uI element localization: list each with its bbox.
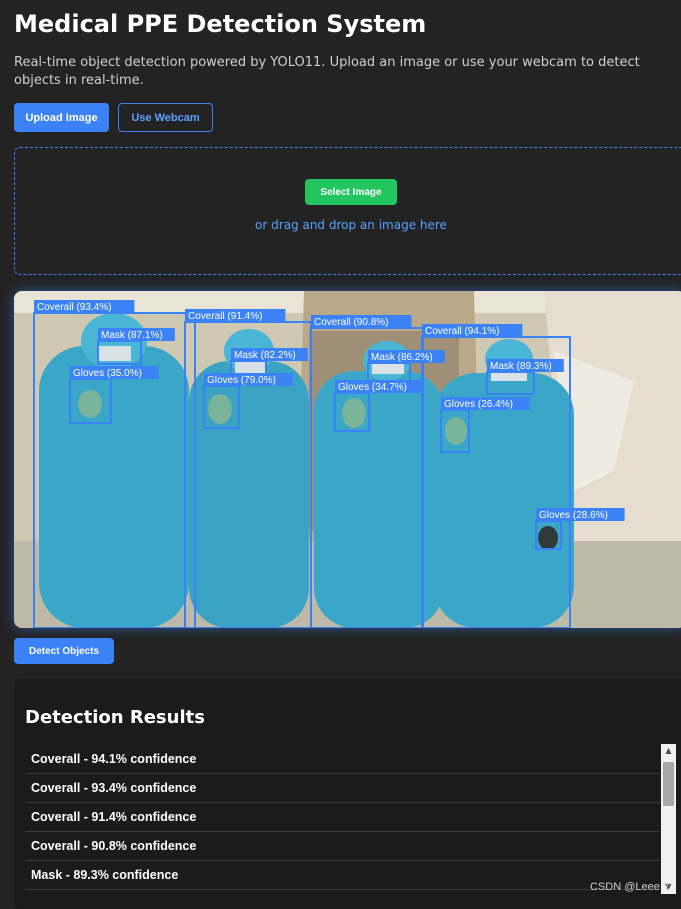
detection-label: Mask (87.1%) [101, 330, 163, 341]
detection-label: Coverall (94.1%) [425, 326, 499, 337]
result-item: Mask - 89.3% confidence [25, 861, 660, 890]
person-4 [434, 339, 574, 628]
scroll-up-icon[interactable]: ▲ [661, 744, 676, 758]
results-list: Coverall - 94.1% confidence Coverall - 9… [25, 745, 660, 890]
detection-label: Coverall (91.4%) [188, 311, 262, 322]
detection-label: Coverall (93.4%) [37, 302, 111, 313]
select-image-button[interactable]: Select Image [305, 179, 397, 205]
page-subtitle: Real-time object detection powered by YO… [14, 55, 640, 88]
detection-label: Gloves (28.6%) [539, 510, 608, 521]
result-item: Coverall - 94.1% confidence [25, 745, 660, 774]
detection-label: Mask (86.2%) [371, 352, 433, 363]
detection-label: Coverall (90.8%) [314, 317, 388, 328]
results-scrollbar[interactable]: ▲ ▼ [661, 744, 676, 894]
detection-label: Gloves (35.0%) [73, 368, 142, 379]
page-title: Medical PPE Detection System [14, 10, 427, 38]
detection-label: Gloves (26.4%) [444, 399, 513, 410]
person-1 [39, 313, 189, 628]
results-title: Detection Results [25, 707, 205, 728]
detection-label: Gloves (79.0%) [207, 375, 276, 386]
upload-image-button[interactable]: Upload Image [14, 103, 109, 132]
result-item: Coverall - 91.4% confidence [25, 803, 660, 832]
dropzone-hint: or drag and drop an image here [255, 218, 447, 232]
detection-results-panel: Detection Results Coverall - 94.1% confi… [14, 679, 681, 909]
result-item: Coverall - 93.4% confidence [25, 774, 660, 803]
watermark: CSDN @Leee Y [590, 881, 671, 893]
use-webcam-button[interactable]: Use Webcam [118, 103, 213, 132]
detection-label: Mask (89.3%) [490, 361, 552, 372]
detection-image: Coverall (93.4%) Coverall (91.4%) Coverall… [14, 291, 681, 628]
image-dropzone[interactable] [14, 147, 681, 275]
result-item: Coverall - 90.8% confidence [25, 832, 660, 861]
detect-objects-button[interactable]: Detect Objects [14, 638, 114, 664]
scrollbar-thumb[interactable] [663, 762, 674, 806]
detection-label: Mask (82.2%) [234, 350, 296, 361]
detection-label: Gloves (34.7%) [338, 382, 407, 393]
detection-image-panel: Coverall (93.4%) Coverall (91.4%) Coverall… [14, 291, 681, 628]
